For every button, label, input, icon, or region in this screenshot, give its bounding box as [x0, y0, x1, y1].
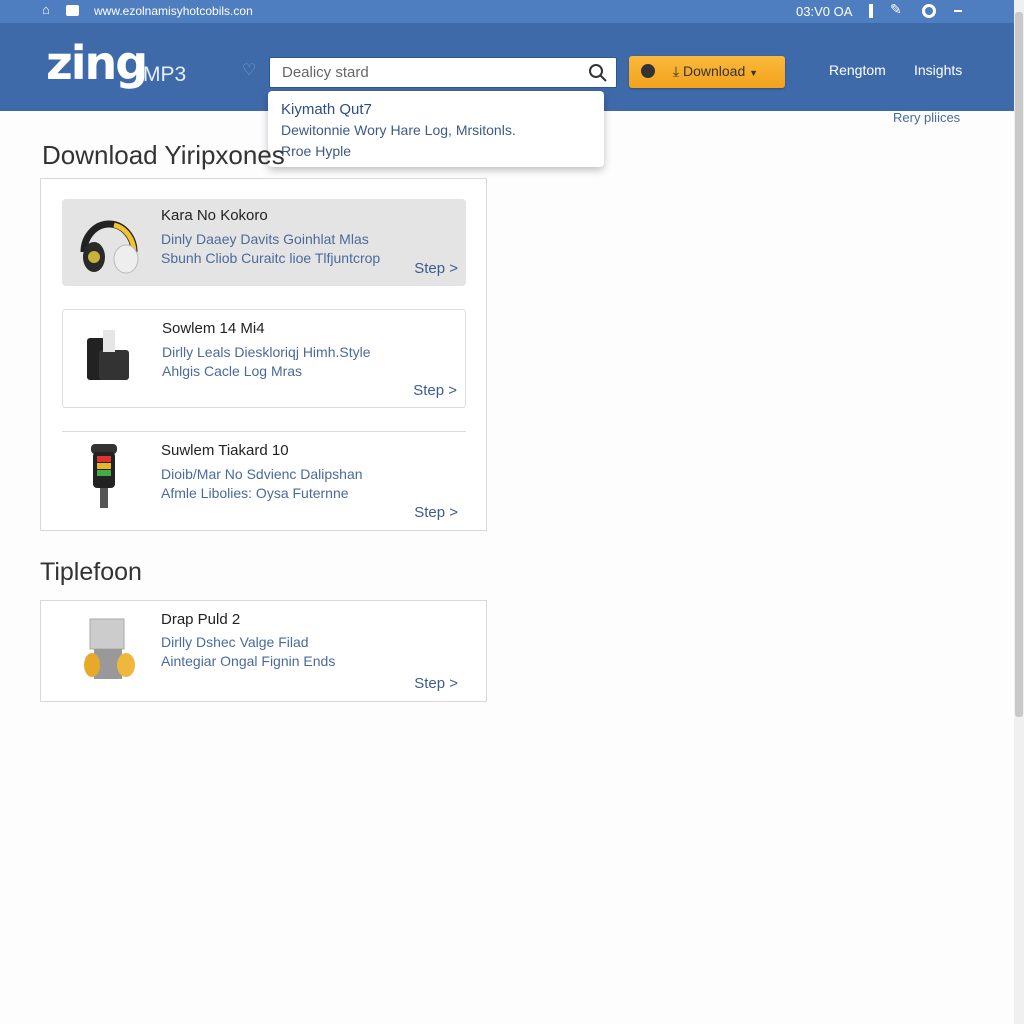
player-icon — [91, 444, 117, 508]
item-desc: Dirlly Leals Dieskloriqj Himh.Style — [162, 344, 371, 360]
headphones-icon — [80, 220, 139, 274]
search-suggestion-dropdown[interactable]: Kiymath Qut7 Dewitonnie Wory Hare Log, M… — [268, 91, 604, 167]
logo-suffix: MP3 — [143, 63, 187, 86]
list-item[interactable]: Drap Puld 2 Dirlly Dshec Valge Filad Ain… — [62, 601, 466, 701]
ringtone-list: Kara No Kokoro Dinly Daaey Davits Goinhl… — [40, 178, 487, 531]
step-link[interactable]: Step > — [414, 260, 458, 277]
suggestion-title[interactable]: Kiymath Qut7 — [281, 99, 591, 120]
list-item[interactable]: Suwlem Tiakard 10 Dioib/Mar No Sdvienc D… — [62, 432, 466, 531]
item-desc: Afmle Libolies: Oysa Futernne — [161, 485, 349, 501]
item-title: Kara No Kokoro — [161, 207, 268, 224]
heart-icon[interactable]: ♡ — [242, 60, 256, 80]
item-title: Drap Puld 2 — [161, 611, 241, 628]
device-icon — [87, 330, 129, 380]
suggestion-line: Rroe Hyple — [281, 143, 352, 159]
url-text[interactable]: www.ezolnamisyhotcobils.con — [94, 4, 253, 18]
item-title: Sowlem 14 Mi4 — [162, 320, 265, 337]
side-link[interactable]: Rery pliices — [893, 110, 960, 125]
settings-icon[interactable] — [922, 4, 936, 18]
suggestion-line: Dewitonnie Wory Hare Log, Mrsitonls. — [281, 122, 516, 138]
search-icon[interactable] — [588, 63, 608, 83]
search-input[interactable]: Dealicy stard — [269, 57, 617, 88]
step-link[interactable]: Step > — [414, 504, 458, 521]
download-button[interactable]: ⤓ Download ▼ — [629, 56, 785, 88]
item-desc: Sbunh Cliob Curaitc lioe Tlfjuntcrop — [161, 250, 381, 266]
logo[interactable]: zing — [46, 36, 148, 90]
list-item[interactable]: Kara No Kokoro Dinly Daaey Davits Goinhl… — [62, 199, 466, 286]
item-desc: Ahlgis Cacle Log Mras — [162, 363, 303, 379]
item-desc: Dirlly Dshec Valge Filad — [161, 634, 309, 650]
search-value: Dealicy stard — [282, 64, 369, 81]
download-label: Download — [682, 63, 746, 79]
nav-ringtone[interactable]: Rengtom — [829, 62, 886, 78]
download-badge-icon — [641, 64, 655, 78]
item-desc: Dioib/Mar No Sdvienc Dalipshan — [161, 466, 363, 482]
ringtone-list: Drap Puld 2 Dirlly Dshec Valge Filad Ain… — [40, 600, 487, 702]
signal-icon — [869, 4, 873, 18]
nav-insights[interactable]: Insights — [914, 62, 962, 78]
minimize-icon[interactable] — [954, 10, 962, 12]
item-desc: Dinly Daaey Davits Goinhlat Mlas — [161, 231, 369, 247]
download-arrow-icon: ⤓ — [672, 63, 683, 79]
section-title: Tiplefoon — [40, 558, 142, 586]
speaker-icon — [84, 618, 135, 679]
item-title: Suwlem Tiakard 10 — [161, 442, 289, 459]
caret-down-icon: ▼ — [749, 68, 759, 78]
status-bar: ⌂ www.ezolnamisyhotcobils.con 03:V0 OA ✎ — [0, 0, 1014, 23]
lock-icon — [66, 5, 79, 16]
item-desc: Aintegiar Ongal Fignin Ends — [161, 653, 336, 669]
scrollbar-thumb[interactable] — [1015, 12, 1023, 717]
step-link[interactable]: Step > — [413, 382, 457, 399]
home-icon[interactable]: ⌂ — [42, 2, 50, 17]
list-item[interactable]: Sowlem 14 Mi4 Dirlly Leals Dieskloriqj H… — [62, 309, 466, 408]
step-link[interactable]: Step > — [414, 675, 458, 692]
clock: 03:V0 OA — [796, 4, 853, 19]
edit-icon[interactable]: ✎ — [890, 1, 902, 18]
section-title: Download Yiripxones — [42, 140, 285, 170]
